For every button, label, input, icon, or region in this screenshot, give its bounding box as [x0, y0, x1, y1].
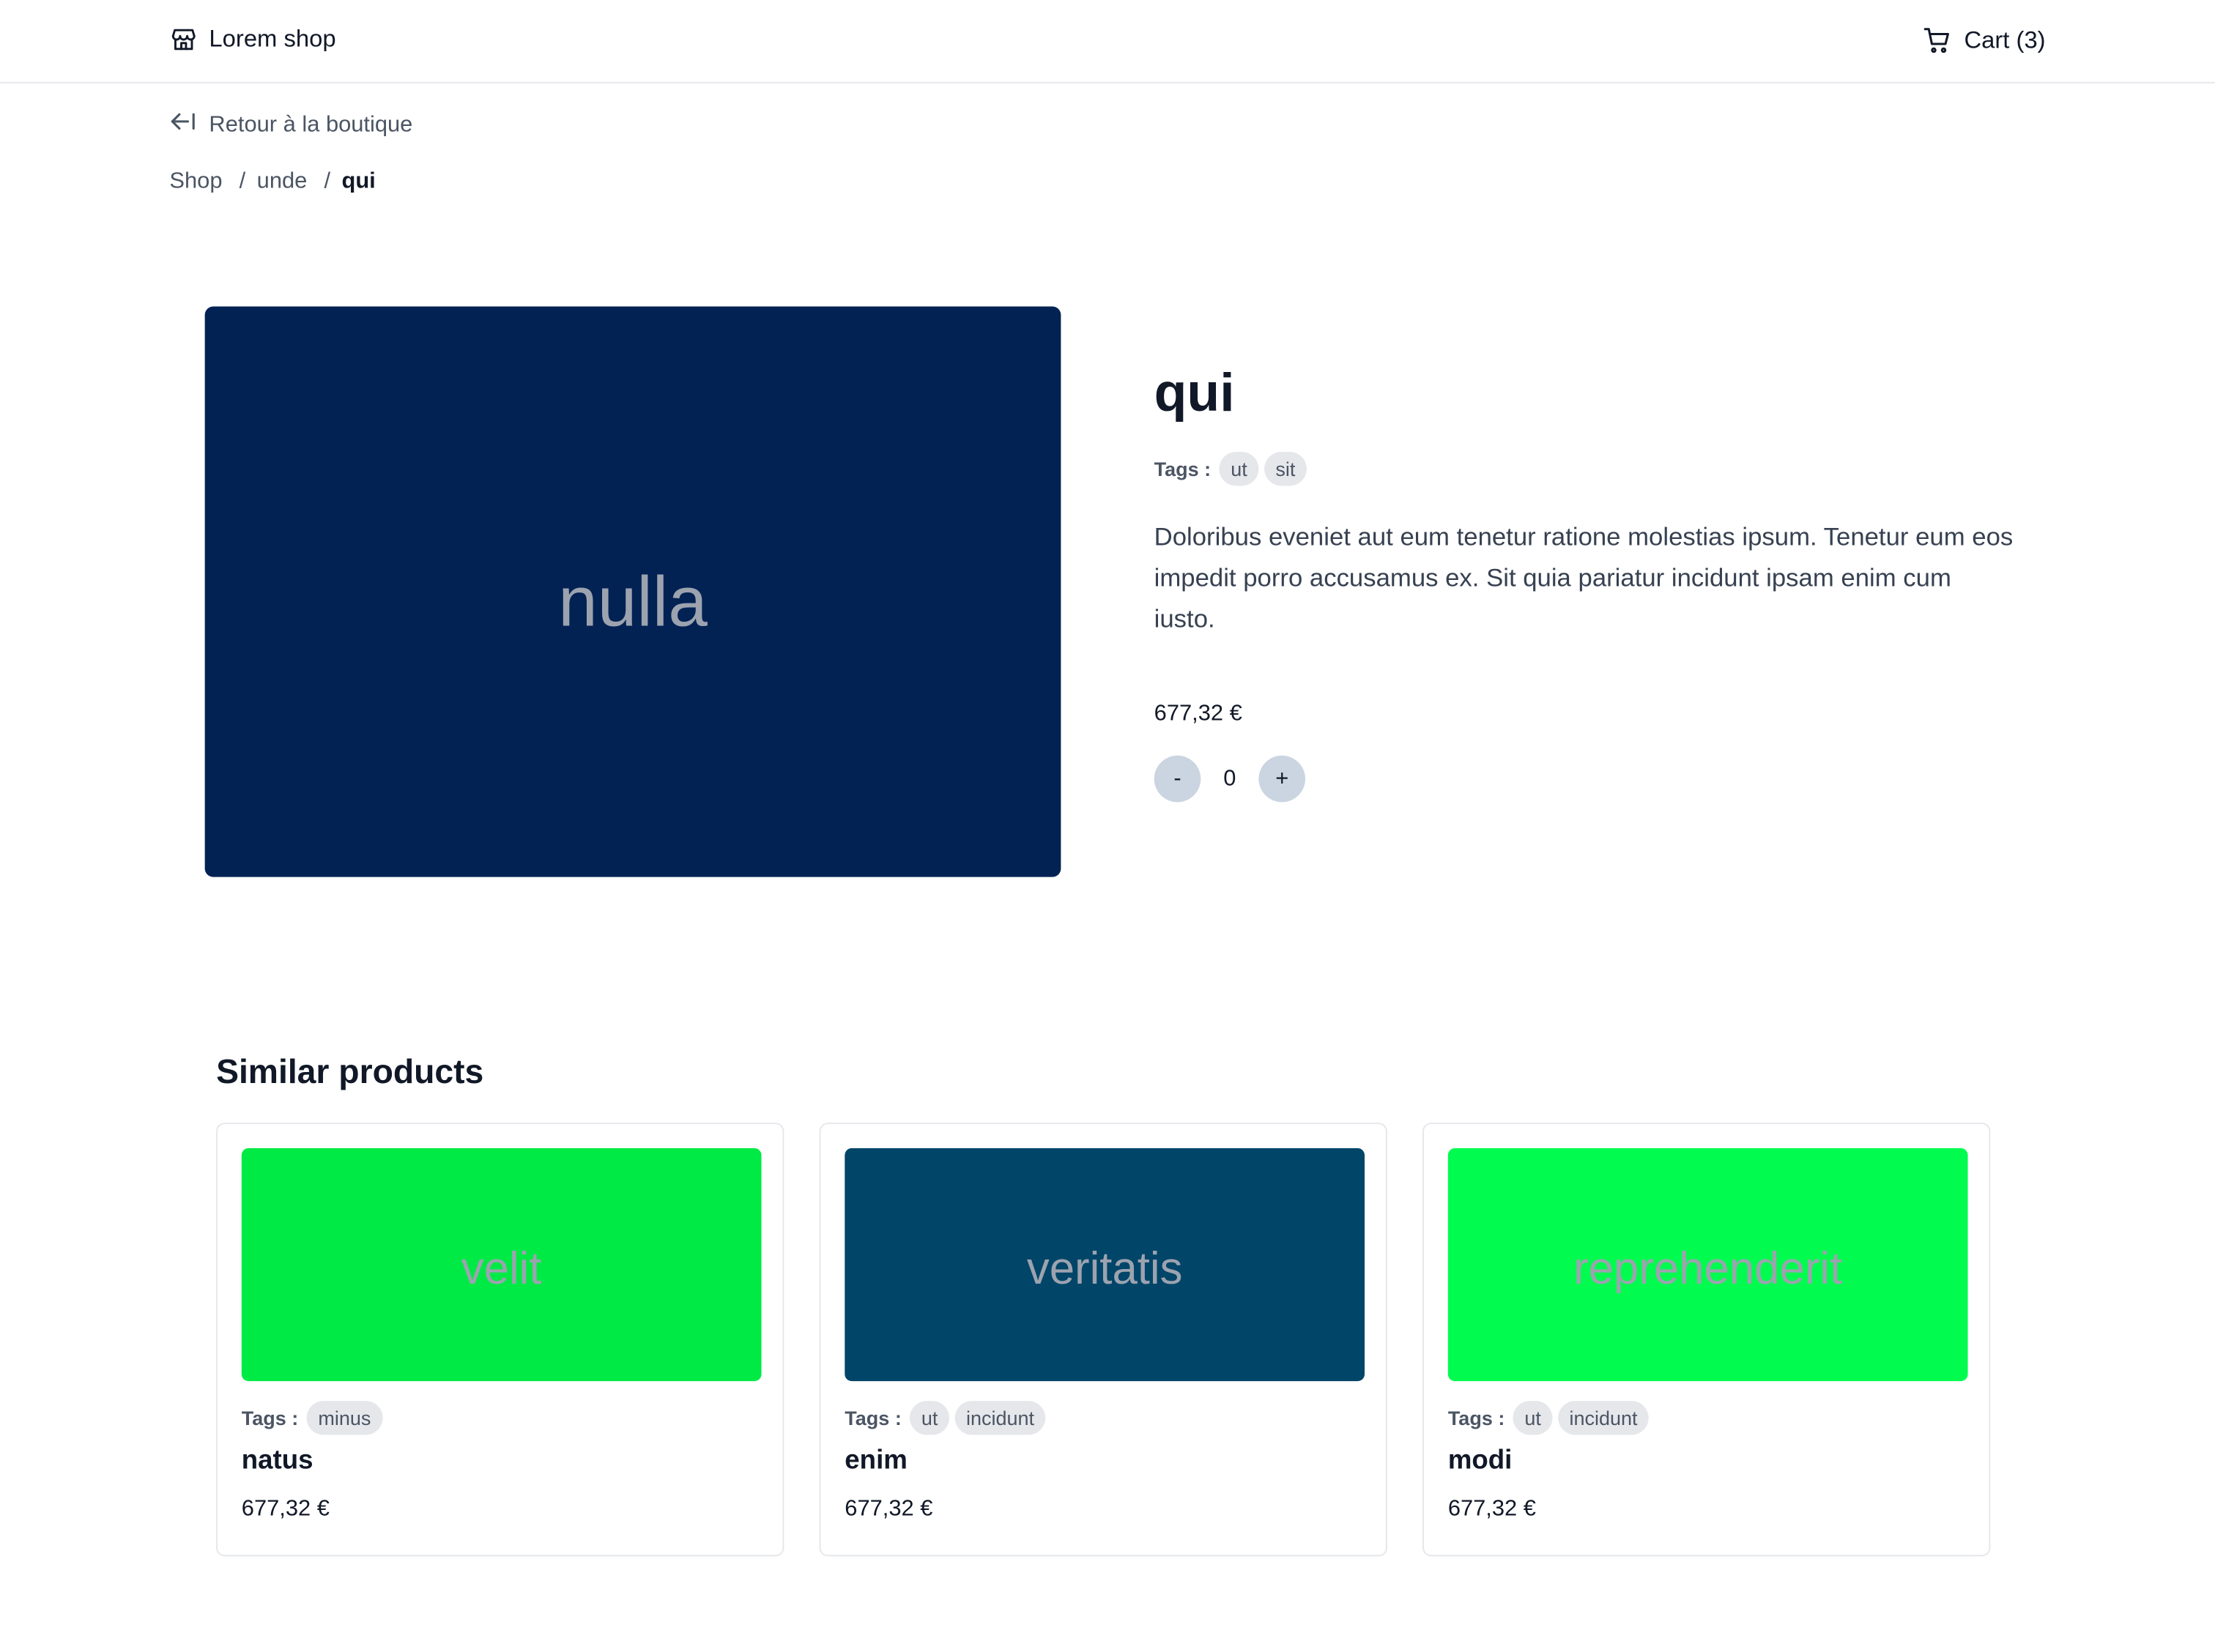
- product-card[interactable]: reprehenderit Tags : ut incidunt modi 67…: [1422, 1123, 1991, 1557]
- product-card-image-text: reprehenderit: [1573, 1243, 1843, 1294]
- product-card-tags: Tags : minus: [242, 1401, 759, 1435]
- quantity-value: 0: [1223, 766, 1236, 791]
- similar-products-list: velit Tags : minus natus 677,32 € verita…: [216, 1123, 1991, 1557]
- tag-badge[interactable]: ut: [910, 1401, 949, 1435]
- product-card-image: velit: [241, 1147, 762, 1382]
- product-tags: Tags : ut sit: [1154, 452, 2016, 486]
- product-card[interactable]: velit Tags : minus natus 677,32 €: [216, 1123, 784, 1557]
- breadcrumb-item-shop[interactable]: Shop: [169, 169, 222, 195]
- arrow-left-icon: [169, 110, 198, 140]
- decrease-quantity-button[interactable]: -: [1154, 755, 1201, 803]
- product-card-tags: Tags : ut incidunt: [1448, 1401, 1965, 1435]
- tag-badge[interactable]: ut: [1219, 452, 1259, 486]
- tags-label: Tags :: [1447, 1406, 1505, 1429]
- tags-label: Tags :: [241, 1406, 299, 1429]
- similar-products-title: Similar products: [216, 1053, 484, 1092]
- tag-badge[interactable]: minus: [306, 1401, 382, 1435]
- back-to-shop-link[interactable]: Retour à la boutique: [169, 110, 412, 140]
- product-card-image: veritatis: [845, 1147, 1365, 1382]
- cart-link[interactable]: Cart (3): [1923, 26, 2046, 56]
- tag-badge[interactable]: sit: [1264, 452, 1307, 486]
- product-card-tags: Tags : ut incidunt: [845, 1401, 1362, 1435]
- product-card-name: enim: [845, 1446, 908, 1476]
- product-card-price: 677,32 €: [1447, 1497, 1536, 1522]
- store-icon: [169, 26, 198, 54]
- product-card[interactable]: veritatis Tags : ut incidunt enim 677,32…: [819, 1123, 1387, 1557]
- tag-badge[interactable]: incidunt: [954, 1401, 1046, 1435]
- tags-label: Tags :: [1154, 457, 1212, 480]
- product-card-price: 677,32 €: [241, 1497, 330, 1522]
- cart-icon: [1923, 26, 1954, 56]
- product-info: qui Tags : ut sit Doloribus eveniet aut …: [1154, 353, 2016, 803]
- back-link-label: Retour à la boutique: [209, 112, 413, 137]
- tag-badge[interactable]: incidunt: [1558, 1401, 1649, 1435]
- cart-label: Cart (3): [1964, 26, 2046, 53]
- product-description: Doloribus eveniet aut eum tenetur ration…: [1154, 522, 2014, 633]
- product-price: 677,32 €: [1154, 702, 1242, 726]
- product-card-image: reprehenderit: [1447, 1147, 1968, 1382]
- product-card-name: natus: [241, 1446, 313, 1476]
- product-card-name: modi: [1447, 1446, 1513, 1476]
- product-card-image-text: velit: [461, 1243, 542, 1294]
- top-navbar: Lorem shop Cart (3): [0, 0, 2215, 83]
- product-image: nulla: [204, 306, 1061, 877]
- tag-badge[interactable]: ut: [1513, 1401, 1553, 1435]
- breadcrumb-item-category[interactable]: unde: [257, 169, 308, 195]
- tags-label: Tags :: [845, 1406, 902, 1429]
- breadcrumb-separator: /: [239, 169, 246, 194]
- product-image-text: nulla: [558, 562, 708, 641]
- brand-name: Lorem shop: [209, 25, 336, 53]
- product-card-price: 677,32 €: [845, 1497, 933, 1522]
- quantity-stepper: - 0 +: [1154, 755, 2016, 803]
- product-card-image-text: veritatis: [1026, 1243, 1183, 1294]
- product-title: qui: [1154, 364, 1235, 424]
- page: Lorem shop Cart (3) Retour à la boutique: [0, 0, 2215, 1593]
- breadcrumb-separator: /: [324, 169, 331, 194]
- brand-link[interactable]: Lorem shop: [169, 25, 336, 54]
- breadcrumb-item-current: qui: [341, 169, 376, 194]
- increase-quantity-button[interactable]: +: [1258, 755, 1306, 803]
- breadcrumb: Shop / unde / qui: [169, 169, 375, 195]
